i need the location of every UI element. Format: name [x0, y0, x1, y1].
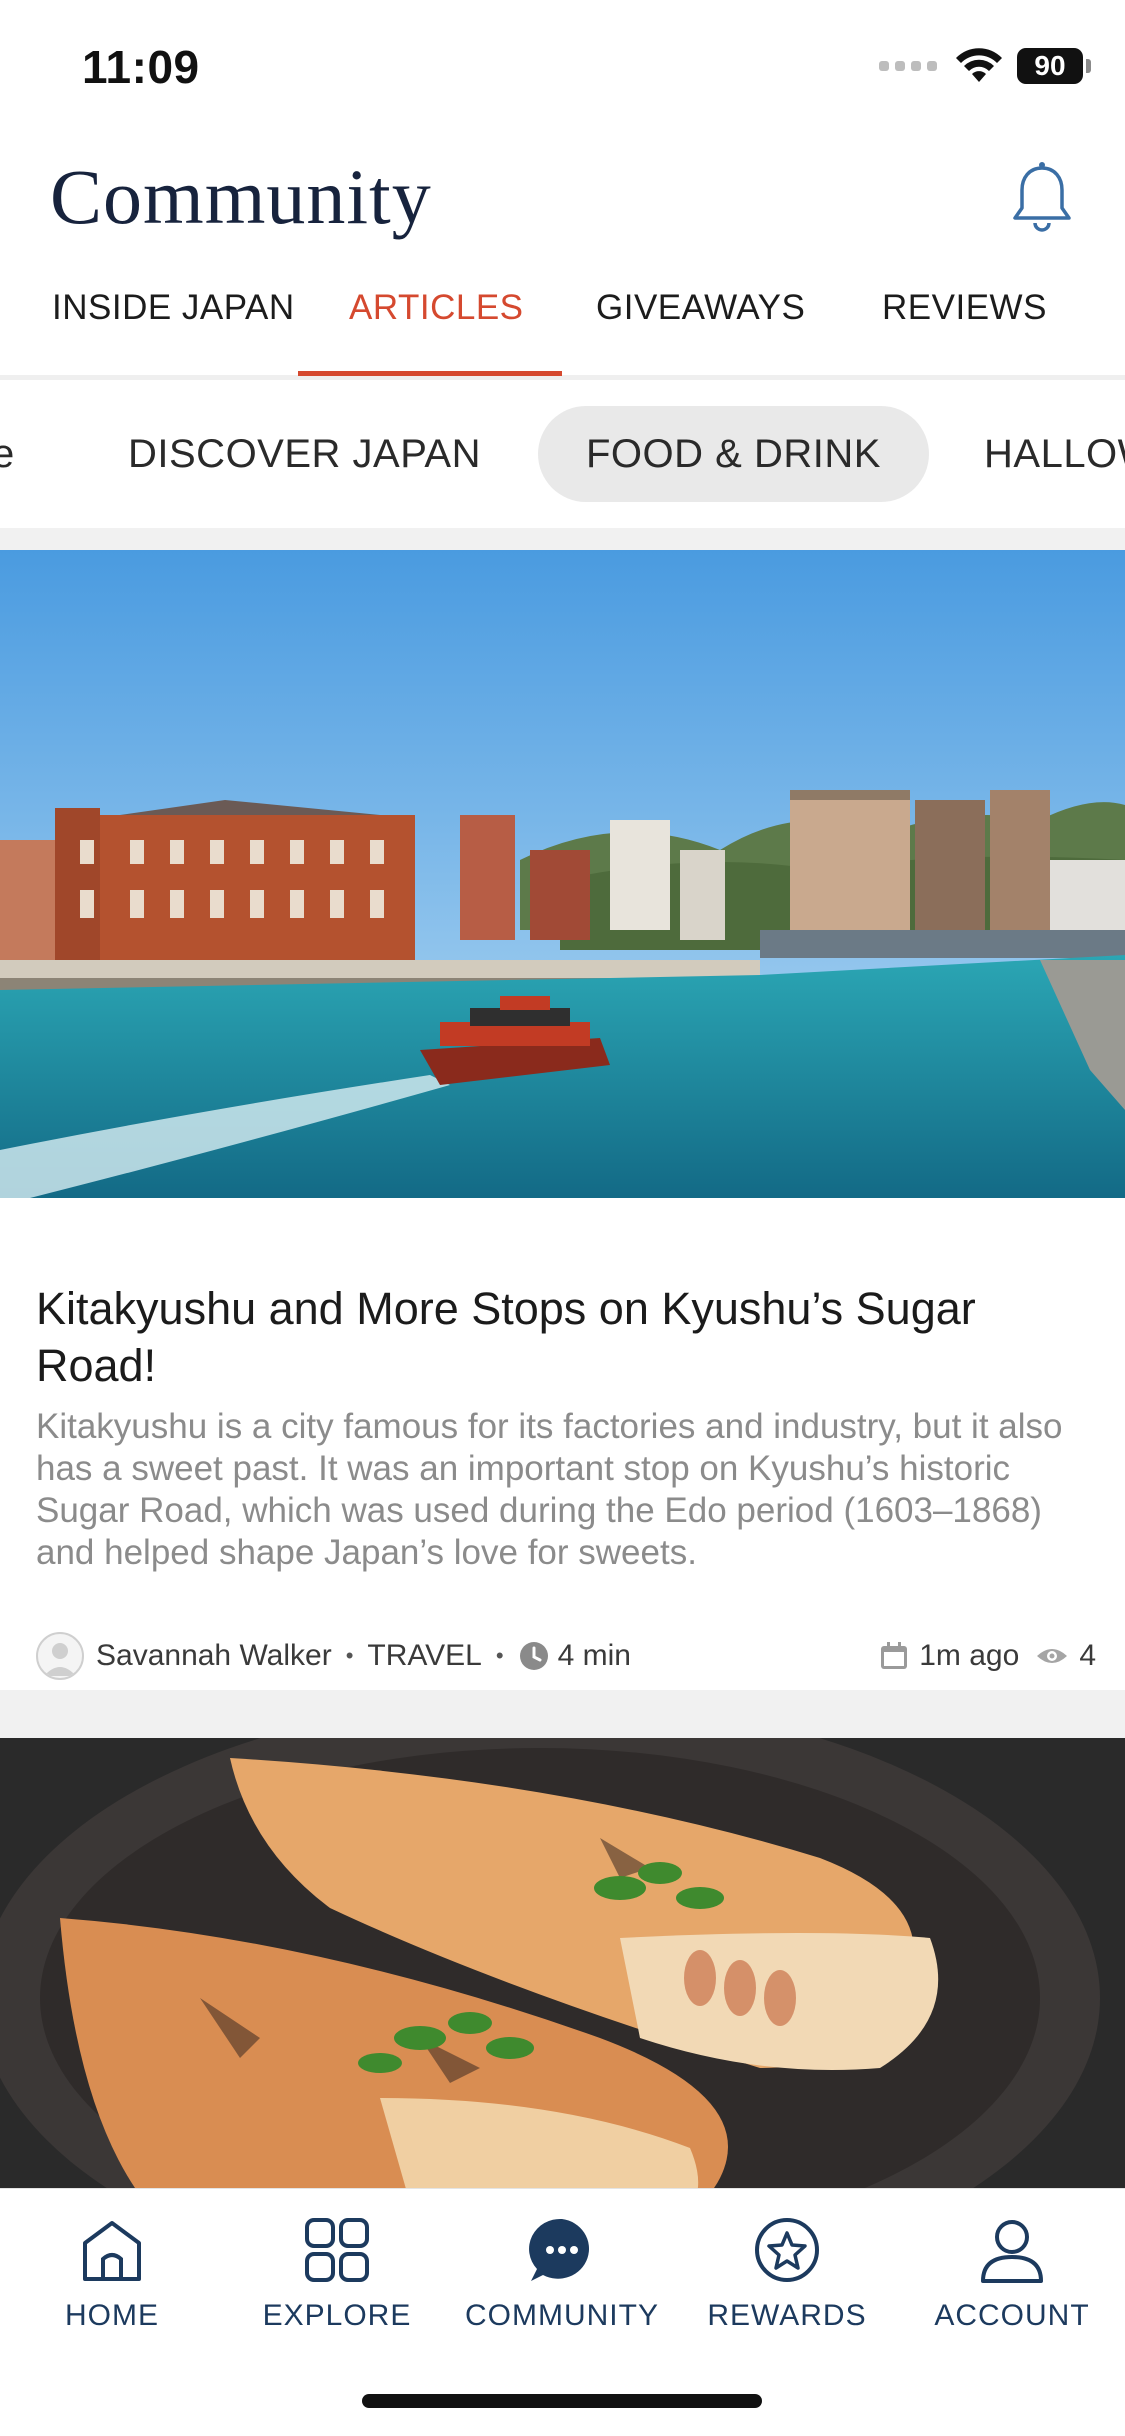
nav-explore-label: EXPLORE [262, 2299, 412, 2332]
article-stats: 1m ago 4 [879, 1639, 1096, 1673]
chat-bubble-icon [529, 2218, 590, 2281]
meta-separator: • [495, 1643, 504, 1668]
status-bar: 11:09 90 [0, 0, 1125, 140]
article-card[interactable]: Kitakyushu and More Stops on Kyushu’s Su… [0, 550, 1125, 1690]
chip-discover-japan[interactable]: DISCOVER JAPAN [128, 406, 481, 502]
nav-rewards-label: REWARDS [707, 2299, 867, 2332]
article-image-harbor[interactable] [0, 550, 1125, 1198]
nav-account-label: ACCOUNT [934, 2299, 1090, 2332]
battery-icon: 90 [1017, 48, 1091, 84]
wifi-icon [956, 48, 1002, 82]
chip-halloween[interactable]: HALLOW [984, 406, 1125, 502]
author-avatar[interactable] [36, 1632, 84, 1680]
author-name[interactable]: Savannah Walker [96, 1639, 332, 1673]
article-image-grilled-bamboo-shoots[interactable] [0, 1738, 1125, 2188]
chip-previous[interactable]: e [0, 406, 15, 502]
nav-community-label: COMMUNITY [465, 2299, 659, 2332]
nav-explore[interactable]: EXPLORE [237, 2215, 437, 2333]
nav-community[interactable]: COMMUNITY [462, 2215, 662, 2333]
posted-time: 1m ago [919, 1639, 1020, 1672]
active-tab-indicator [298, 371, 562, 376]
eye-icon [1037, 1649, 1068, 1663]
status-time: 11:09 [82, 41, 200, 93]
page-title: Community [50, 153, 432, 240]
category-chips: e DISCOVER JAPAN FOOD & DRINK HALLOW [0, 400, 1125, 510]
notification-bell-icon[interactable] [1008, 160, 1076, 238]
tab-reviews[interactable]: REVIEWS [882, 288, 1047, 328]
star-icon [755, 2218, 819, 2282]
view-count: 4 [1079, 1639, 1096, 1672]
nav-home-label: HOME [65, 2299, 159, 2332]
tab-inside-japan[interactable]: INSIDE JAPAN [52, 288, 295, 328]
home-indicator[interactable] [362, 2394, 762, 2408]
home-icon [83, 2221, 141, 2281]
nav-home[interactable]: HOME [12, 2215, 212, 2333]
article-meta: Savannah Walker • TRAVEL • 4 min 1m ago [36, 1630, 1096, 1682]
tab-articles[interactable]: ARTICLES [349, 288, 524, 328]
user-placeholder-icon [44, 1643, 76, 1676]
article-feed: Kitakyushu and More Stops on Kyushu’s Su… [0, 528, 1125, 2188]
status-icons: 90 [879, 48, 1091, 84]
tab-giveaways[interactable]: GIVEAWAYS [596, 288, 805, 328]
article-card[interactable] [0, 1738, 1125, 2188]
article-title[interactable]: Kitakyushu and More Stops on Kyushu’s Su… [36, 1280, 1056, 1394]
chip-food-drink[interactable]: FOOD & DRINK [538, 406, 929, 502]
section-tabs: INSIDE JAPAN ARTICLES GIVEAWAYS REVIEWS [0, 280, 1125, 380]
nav-rewards[interactable]: REWARDS [687, 2215, 887, 2333]
article-excerpt: Kitakyushu is a city famous for its fact… [36, 1407, 1063, 1572]
cellular-signal-icon [879, 61, 937, 71]
meta-separator: • [345, 1643, 354, 1668]
clock-icon [519, 1642, 548, 1670]
nav-account[interactable]: ACCOUNT [912, 2215, 1112, 2333]
calendar-icon [881, 1642, 908, 1669]
article-category[interactable]: TRAVEL [367, 1639, 481, 1673]
grid-icon [305, 2218, 369, 2282]
read-time: 4 min [557, 1639, 631, 1672]
user-icon [981, 2220, 1043, 2283]
